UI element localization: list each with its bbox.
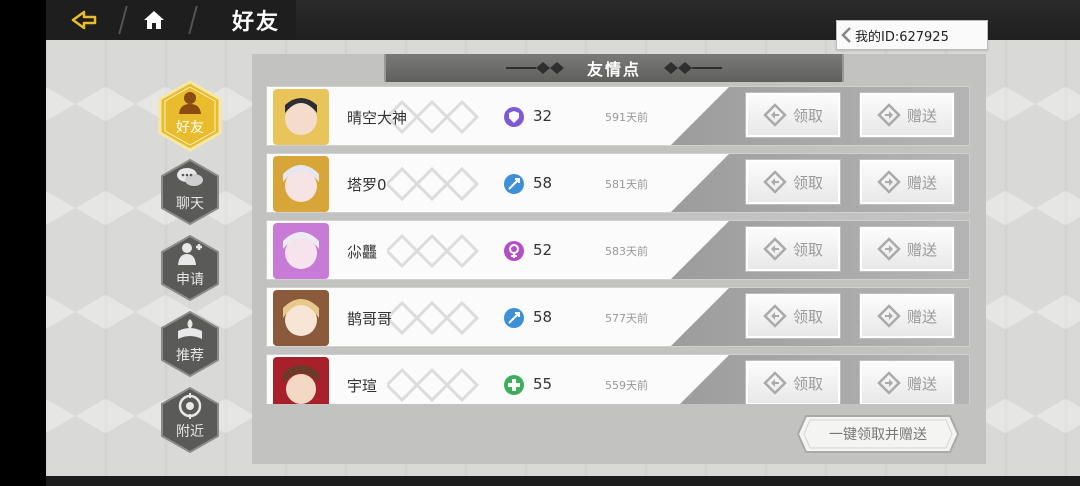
receive-button[interactable]: 领取 bbox=[745, 360, 841, 404]
last-online: 591天前 bbox=[605, 111, 648, 124]
mage-class-icon bbox=[504, 241, 524, 261]
receive-label: 领取 bbox=[792, 374, 823, 393]
friend-icon bbox=[179, 92, 201, 114]
request-icon bbox=[178, 243, 202, 265]
send-button[interactable]: 赠送 bbox=[859, 92, 955, 138]
friend-points: 32 bbox=[533, 107, 553, 125]
friend-avatar bbox=[273, 223, 329, 279]
nav-tab-nearby[interactable]: 附近 bbox=[154, 384, 226, 456]
nav-tab-chat[interactable]: 聊天 bbox=[154, 156, 226, 228]
friend-list[interactable]: 晴空大神 32 591天前 领取 赠送 塔罗0 58 581天前 领取 赠送 尛… bbox=[266, 86, 972, 404]
send-icon bbox=[877, 170, 901, 194]
nav-label: 聊天 bbox=[176, 196, 204, 212]
friend-row: 塔罗0 58 581天前 领取 赠送 bbox=[266, 153, 970, 213]
nav-label: 好友 bbox=[176, 120, 204, 136]
row-deco bbox=[387, 233, 480, 269]
friend-points: 58 bbox=[533, 174, 553, 192]
send-icon bbox=[877, 371, 901, 395]
panel-title: 友情点 bbox=[586, 60, 641, 79]
receive-icon bbox=[763, 237, 787, 261]
my-id-text: 我的ID:627925 bbox=[855, 29, 949, 45]
receive-button[interactable]: 领取 bbox=[745, 159, 841, 205]
game-screen: 好友 我的ID:627925 好友 聊天 申请 推荐 附近 友情点 晴空大神 3… bbox=[46, 0, 1080, 486]
nav-tab-friends[interactable]: 好友 bbox=[154, 80, 226, 152]
last-online: 559天前 bbox=[605, 379, 648, 392]
receive-label: 领取 bbox=[792, 106, 823, 125]
send-label: 赠送 bbox=[906, 240, 937, 259]
receive-icon bbox=[763, 371, 787, 395]
receive-button[interactable]: 领取 bbox=[745, 92, 841, 138]
send-button[interactable]: 赠送 bbox=[859, 159, 955, 205]
send-label: 赠送 bbox=[906, 374, 937, 393]
friend-name: 宇瑄 bbox=[347, 377, 378, 395]
send-icon bbox=[877, 237, 901, 261]
home-icon bbox=[144, 11, 164, 29]
back-button[interactable] bbox=[62, 4, 106, 36]
receive-label: 领取 bbox=[792, 240, 823, 259]
friend-name: 尛龘 bbox=[347, 243, 378, 261]
send-icon bbox=[877, 304, 901, 328]
healer-class-icon bbox=[504, 375, 524, 395]
page-title: 好友 bbox=[232, 10, 281, 35]
chat-icon bbox=[177, 168, 203, 186]
bottom-bar bbox=[46, 476, 1080, 486]
friend-name: 晴空大神 bbox=[347, 109, 408, 127]
friend-avatar bbox=[273, 290, 329, 346]
row-deco bbox=[387, 367, 480, 403]
send-icon bbox=[877, 103, 901, 127]
last-online: 577天前 bbox=[605, 312, 648, 325]
shield-class-icon bbox=[504, 107, 524, 127]
send-label: 赠送 bbox=[906, 106, 937, 125]
receive-button[interactable]: 领取 bbox=[745, 226, 841, 272]
receive-icon bbox=[763, 304, 787, 328]
header-deco-left-icon bbox=[506, 62, 564, 74]
friend-avatar bbox=[273, 89, 329, 145]
nav-tab-requests[interactable]: 申请 bbox=[154, 232, 226, 304]
friend-avatar bbox=[273, 357, 329, 404]
home-button[interactable] bbox=[134, 4, 174, 36]
recommend-icon bbox=[178, 319, 202, 339]
friend-name: 塔罗0 bbox=[347, 176, 387, 194]
friend-row: 宇瑄 55 559天前 领取 赠送 bbox=[266, 354, 970, 404]
row-deco bbox=[387, 166, 480, 202]
nav-label: 附近 bbox=[176, 424, 204, 440]
friend-name: 鹊哥哥 bbox=[347, 310, 393, 328]
receive-label: 领取 bbox=[792, 307, 823, 326]
send-label: 赠送 bbox=[906, 307, 937, 326]
nearby-icon bbox=[178, 393, 202, 419]
receive-icon bbox=[763, 170, 787, 194]
nav-tab-recommend[interactable]: 推荐 bbox=[154, 308, 226, 380]
receive-button[interactable]: 领取 bbox=[745, 293, 841, 339]
friend-row: 鹊哥哥 58 577天前 领取 赠送 bbox=[266, 287, 970, 347]
friend-points: 58 bbox=[533, 308, 553, 326]
friend-points: 52 bbox=[533, 241, 553, 259]
receive-icon bbox=[763, 103, 787, 127]
my-id-badge: 我的ID:627925 bbox=[836, 20, 988, 50]
friend-row: 尛龘 52 583天前 领取 赠送 bbox=[266, 220, 970, 280]
header-deco-right-icon bbox=[664, 62, 722, 74]
send-button[interactable]: 赠送 bbox=[859, 293, 955, 339]
one-key-receive-send-button[interactable]: 一键领取并赠送 bbox=[796, 414, 960, 454]
badge-chevron-icon bbox=[837, 21, 855, 49]
nav-label: 申请 bbox=[176, 272, 204, 288]
nav-label: 推荐 bbox=[176, 348, 204, 364]
last-online: 581天前 bbox=[605, 178, 648, 191]
one-key-label: 一键领取并赠送 bbox=[829, 427, 927, 443]
last-online: 583天前 bbox=[605, 245, 648, 258]
bow-class-icon bbox=[504, 174, 524, 194]
friend-row: 晴空大神 32 591天前 领取 赠送 bbox=[266, 86, 970, 146]
receive-label: 领取 bbox=[792, 173, 823, 192]
panel-header: 友情点 bbox=[384, 54, 844, 82]
bow-class-icon bbox=[504, 308, 524, 328]
back-arrow-icon bbox=[71, 10, 97, 30]
send-button[interactable]: 赠送 bbox=[859, 226, 955, 272]
send-label: 赠送 bbox=[906, 173, 937, 192]
friend-list-panel: 友情点 晴空大神 32 591天前 领取 赠送 塔罗0 58 581天前 领取 … bbox=[252, 54, 986, 464]
row-deco bbox=[387, 300, 480, 336]
send-button[interactable]: 赠送 bbox=[859, 360, 955, 404]
friend-points: 55 bbox=[533, 375, 553, 393]
friend-avatar bbox=[273, 156, 329, 212]
